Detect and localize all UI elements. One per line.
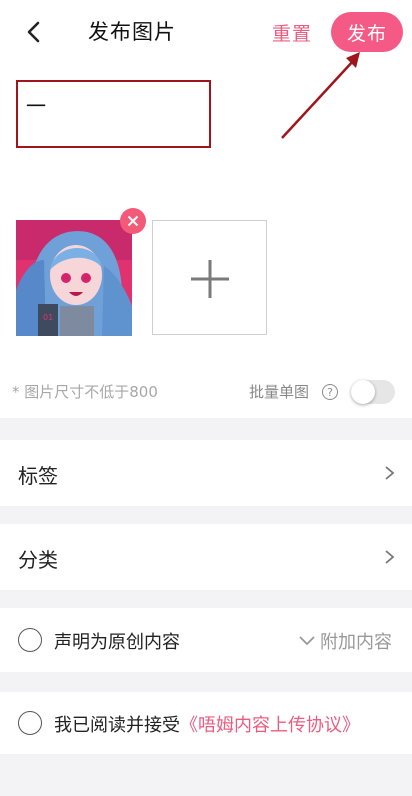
- agreement-link[interactable]: 《唔姆内容上传协议》: [180, 715, 360, 736]
- chevron-right-icon: [385, 466, 395, 480]
- original-declaration-row: 声明为原创内容 附加内容: [0, 608, 412, 672]
- add-image-button[interactable]: [152, 220, 267, 335]
- publish-button[interactable]: 发布: [331, 12, 403, 52]
- agreement-row: 我已阅读并接受《唔姆内容上传协议》: [0, 692, 412, 754]
- chevron-down-icon: [299, 636, 315, 646]
- agreement-radio[interactable]: [18, 711, 42, 735]
- extra-content-button[interactable]: 附加内容: [298, 628, 392, 654]
- extra-content-label: 附加内容: [320, 632, 392, 653]
- image-size-hint: * 图片尺寸不低于800: [12, 383, 158, 401]
- tags-label: 标签: [18, 464, 58, 488]
- close-icon: [127, 215, 139, 227]
- toggle-knob: [351, 380, 375, 404]
- plus-icon: [191, 260, 229, 298]
- original-label: 声明为原创内容: [54, 632, 180, 653]
- category-row[interactable]: 分类: [0, 524, 412, 590]
- annotation-arrow-icon: [281, 52, 360, 139]
- reset-button[interactable]: 重置: [272, 19, 312, 46]
- help-icon[interactable]: ?: [322, 384, 338, 400]
- uploaded-image-thumbnail[interactable]: 01: [16, 220, 132, 336]
- agreement-prefix: 我已阅读并接受: [54, 715, 180, 736]
- batch-single-label: 批量单图: [249, 383, 310, 401]
- tags-row[interactable]: 标签: [0, 440, 412, 506]
- title-input[interactable]: 一: [16, 80, 211, 148]
- category-label: 分类: [18, 548, 58, 572]
- upload-section: 发布图片 重置 发布 一 01 * 图片尺寸不低于800 批量单图 ?: [0, 0, 412, 418]
- chevron-right-icon: [385, 550, 395, 564]
- remove-image-button[interactable]: [120, 208, 146, 234]
- page-title: 发布图片: [88, 20, 176, 44]
- batch-single-toggle[interactable]: [351, 380, 395, 404]
- title-input-value: 一: [26, 94, 46, 118]
- anime-girl-image: 01: [16, 220, 132, 336]
- agreement-text: 我已阅读并接受《唔姆内容上传协议》: [54, 711, 360, 737]
- svg-text:01: 01: [43, 313, 53, 322]
- back-arrow-icon[interactable]: [20, 18, 48, 46]
- original-radio[interactable]: [18, 628, 42, 652]
